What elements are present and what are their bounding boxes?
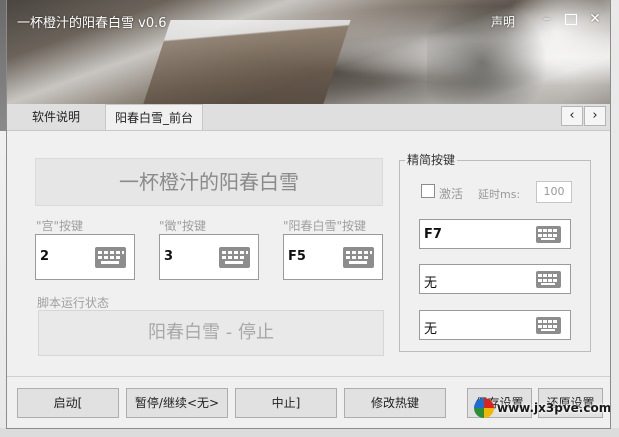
stop-button[interactable]: 中止] — [235, 388, 337, 418]
delay-label: 延时ms: — [478, 188, 521, 201]
keyboard-icon — [536, 317, 561, 334]
hotkey-value: 2 — [40, 249, 50, 264]
zhi-key-label: "徵"按键 — [159, 219, 207, 233]
delay-input[interactable]: 100 — [536, 181, 572, 203]
maximize-icon — [565, 14, 577, 25]
tab-scroll-left-button[interactable]: ‹ — [561, 106, 583, 126]
keyboard-icon — [343, 247, 374, 268]
app-window: 一杯橙汁的阳春白雪 v0.6 声明 – ✕ 软件说明 阳春白雪_前台 ‹ › 一… — [6, 0, 611, 429]
simple-key-field-3[interactable]: 无 — [419, 310, 571, 340]
zhi-hotkey-field[interactable]: 3 — [159, 234, 259, 280]
activate-label: 激活 — [439, 187, 464, 201]
activate-checkbox[interactable] — [421, 184, 435, 198]
maximize-button[interactable] — [559, 8, 583, 30]
watermark-logo-icon — [474, 398, 494, 418]
background-right-strip — [611, 0, 619, 437]
close-button[interactable]: ✕ — [583, 8, 607, 30]
simple-key-field-1[interactable]: F7 — [419, 219, 571, 249]
keyboard-icon — [95, 247, 126, 268]
script-status-display: 阳春白雪 - 停止 — [38, 310, 384, 356]
yangchun-key-label: "阳春白雪"按键 — [283, 219, 367, 233]
hotkey-value: 3 — [164, 249, 174, 264]
keyboard-icon — [536, 226, 561, 243]
minimize-button[interactable]: – — [535, 8, 559, 30]
gong-key-label: "宫"按键 — [36, 219, 84, 233]
tab-scroll-right-button[interactable]: › — [584, 106, 606, 126]
keyboard-icon — [219, 247, 250, 268]
tab-software-help[interactable]: 软件说明 — [23, 104, 89, 130]
app-banner-text: 一杯橙汁的阳春白雪 — [35, 158, 383, 206]
watermark-text: www.jx3pve.com — [497, 401, 611, 415]
hotkey-value: F5 — [288, 249, 306, 264]
yangchun-hotkey-field[interactable]: F5 — [283, 234, 383, 280]
simple-key-value: F7 — [424, 227, 442, 242]
change-hotkey-button[interactable]: 修改热键 — [344, 388, 446, 418]
window-title: 一杯橙汁的阳春白雪 v0.6 — [17, 16, 167, 31]
snowy-roof-decoration — [143, 20, 351, 104]
keyboard-icon — [536, 271, 561, 288]
pause-resume-button[interactable]: 暂停/继续<无> — [126, 388, 228, 418]
gong-hotkey-field[interactable]: 2 — [35, 234, 135, 280]
simple-key-value: 无 — [424, 276, 438, 291]
start-button[interactable]: 启动[ — [17, 388, 119, 418]
tab-strip — [7, 104, 610, 130]
simple-key-field-2[interactable]: 无 — [419, 264, 571, 294]
background-bottom-strip — [0, 428, 619, 437]
simple-key-value: 无 — [424, 322, 438, 337]
simple-keys-title: 精简按键 — [405, 151, 458, 168]
tab-main-foreground[interactable]: 阳春白雪_前台 — [105, 104, 204, 131]
script-status-label: 脚本运行状态 — [37, 296, 110, 310]
statement-link[interactable]: 声明 — [491, 13, 515, 30]
